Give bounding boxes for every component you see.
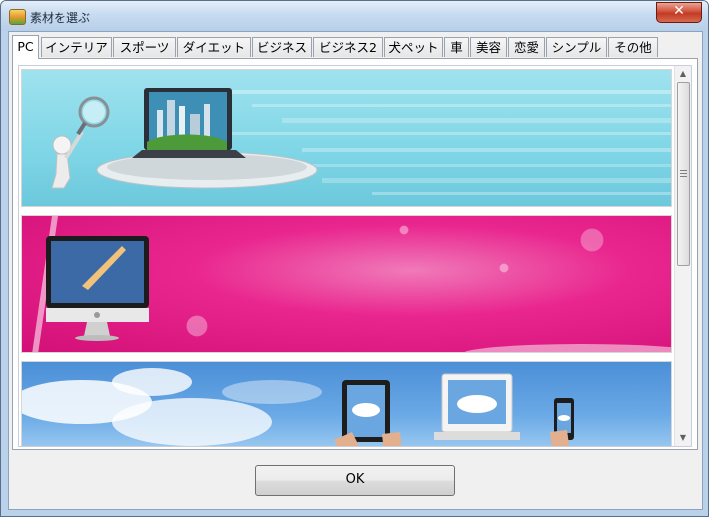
thumb-grip-line xyxy=(680,176,687,177)
scroll-down-arrow-icon[interactable]: ▼ xyxy=(675,430,691,446)
tab-pc[interactable]: PC xyxy=(12,35,39,59)
app-icon xyxy=(9,9,26,25)
tab-interior[interactable]: インテリア xyxy=(41,37,112,57)
title-bar[interactable]: 素材を選ぶ ✕ xyxy=(1,1,708,31)
tab-romance[interactable]: 恋愛 xyxy=(508,37,545,57)
tab-car[interactable]: 車 xyxy=(444,37,469,57)
banner-pink-imac[interactable] xyxy=(21,215,672,353)
tab-simple[interactable]: シンプル xyxy=(546,37,607,57)
material-list: ▲ ▼ xyxy=(18,65,692,447)
banner-pc-illustration xyxy=(51,88,671,195)
tab-dog-pet[interactable]: 犬ペット xyxy=(384,37,443,57)
tab-beauty[interactable]: 美容 xyxy=(470,37,507,57)
banner-sky-illustration xyxy=(22,368,574,446)
banner-pc-laptop[interactable] xyxy=(21,69,672,207)
tab-diet[interactable]: ダイエット xyxy=(177,37,251,57)
tab-business2[interactable]: ビジネス2 xyxy=(313,37,383,57)
dialog-window: 素材を選ぶ ✕ PC インテリア スポーツ ダイエット ビジネス ビジネス2 犬… xyxy=(0,0,709,517)
close-button[interactable]: ✕ xyxy=(656,2,702,23)
banner-sky-devices[interactable] xyxy=(21,361,672,446)
tab-business[interactable]: ビジネス xyxy=(252,37,312,57)
scroll-thumb[interactable] xyxy=(677,82,690,266)
banner-pink-illustration xyxy=(32,216,671,352)
tab-sports[interactable]: スポーツ xyxy=(113,37,176,57)
tab-panel-pc: ▲ ▼ xyxy=(12,58,698,450)
scroll-up-arrow-icon[interactable]: ▲ xyxy=(675,66,691,82)
dialog-client-area: PC インテリア スポーツ ダイエット ビジネス ビジネス2 犬ペット 車 美容… xyxy=(8,31,703,510)
window-title: 素材を選ぶ xyxy=(30,11,91,25)
ok-button[interactable]: OK xyxy=(255,465,455,496)
tab-other[interactable]: その他 xyxy=(608,37,658,57)
thumb-grip-line xyxy=(680,170,687,171)
vertical-scrollbar[interactable]: ▲ ▼ xyxy=(674,66,691,446)
thumb-grip-line xyxy=(680,173,687,174)
